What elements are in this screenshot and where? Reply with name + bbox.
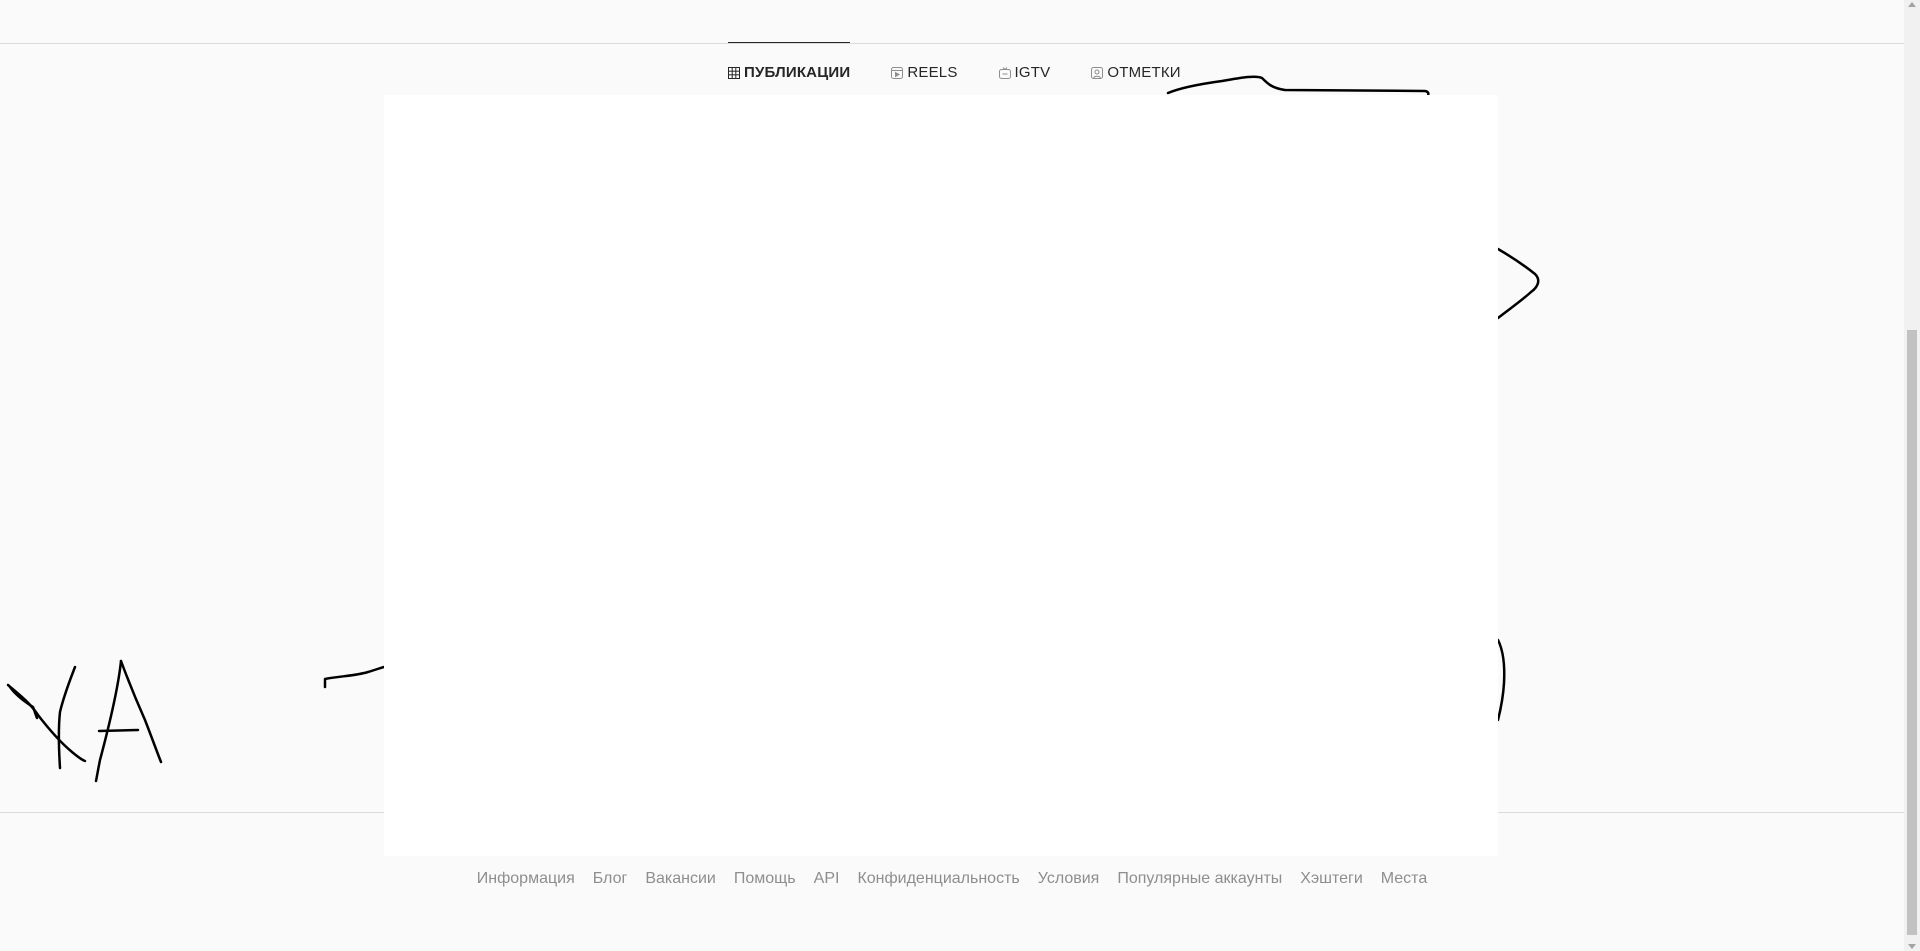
- tab-igtv[interactable]: IGTV: [998, 43, 1051, 102]
- tab-label: ОТМЕТКИ: [1107, 64, 1181, 81]
- tab-reels[interactable]: REELS: [891, 43, 957, 102]
- tab-label: REELS: [907, 64, 958, 81]
- scribble-letter-x-2: [8, 685, 39, 720]
- footer-link-top-accounts[interactable]: Популярные аккаунты: [1117, 870, 1282, 888]
- grid-icon: [728, 66, 740, 79]
- footer-divider-left: [0, 812, 384, 813]
- scribble-right-curve: [1496, 638, 1506, 722]
- footer-link-privacy[interactable]: Конфиденциальность: [857, 870, 1019, 888]
- tab-publications[interactable]: ПУБЛИКАЦИИ: [728, 42, 851, 102]
- scribble-letter-a-2: [119, 659, 163, 764]
- footer-links: Информация Блог Вакансии Помощь API Конф…: [0, 870, 1904, 888]
- profile-tabs: ПУБЛИКАЦИИ REELS IGTV ОТМЕТКИ: [728, 42, 1222, 102]
- tab-label: ПУБЛИКАЦИИ: [744, 64, 851, 81]
- scrollbar-thumb[interactable]: [1907, 330, 1917, 935]
- tab-tagged[interactable]: ОТМЕТКИ: [1091, 43, 1181, 102]
- scribble-letter-x-3: [57, 665, 77, 770]
- reels-icon: [891, 66, 904, 79]
- tagged-icon: [1091, 66, 1104, 79]
- tab-label: IGTV: [1014, 64, 1051, 81]
- scribble-letter-a-1: [94, 659, 123, 783]
- footer-link-help[interactable]: Помощь: [734, 870, 796, 888]
- scribble-left-hook: [323, 665, 386, 689]
- posts-content-panel: [384, 95, 1498, 856]
- scroll-down-arrow-icon[interactable]: [1908, 944, 1916, 949]
- scribble-letter-x-1: [6, 683, 87, 763]
- scribble-letter-a-3: [97, 728, 140, 733]
- igtv-icon: [998, 66, 1011, 79]
- footer-link-hashtags[interactable]: Хэштеги: [1300, 870, 1363, 888]
- scribble-right-wedge: [1496, 247, 1540, 320]
- profile-page: ПУБЛИКАЦИИ REELS IGTV ОТМЕТКИ Информация…: [0, 0, 1920, 951]
- page-scrollbar[interactable]: [1904, 0, 1920, 951]
- scroll-up-arrow-icon[interactable]: [1908, 2, 1916, 7]
- footer-link-terms[interactable]: Условия: [1038, 870, 1100, 888]
- footer-link-blog[interactable]: Блог: [593, 870, 628, 888]
- footer-link-info[interactable]: Информация: [477, 870, 575, 888]
- footer-link-locations[interactable]: Места: [1381, 870, 1427, 888]
- footer-divider-right: [1498, 812, 1904, 813]
- footer-link-jobs[interactable]: Вакансии: [645, 870, 716, 888]
- footer-link-api[interactable]: API: [814, 870, 840, 888]
